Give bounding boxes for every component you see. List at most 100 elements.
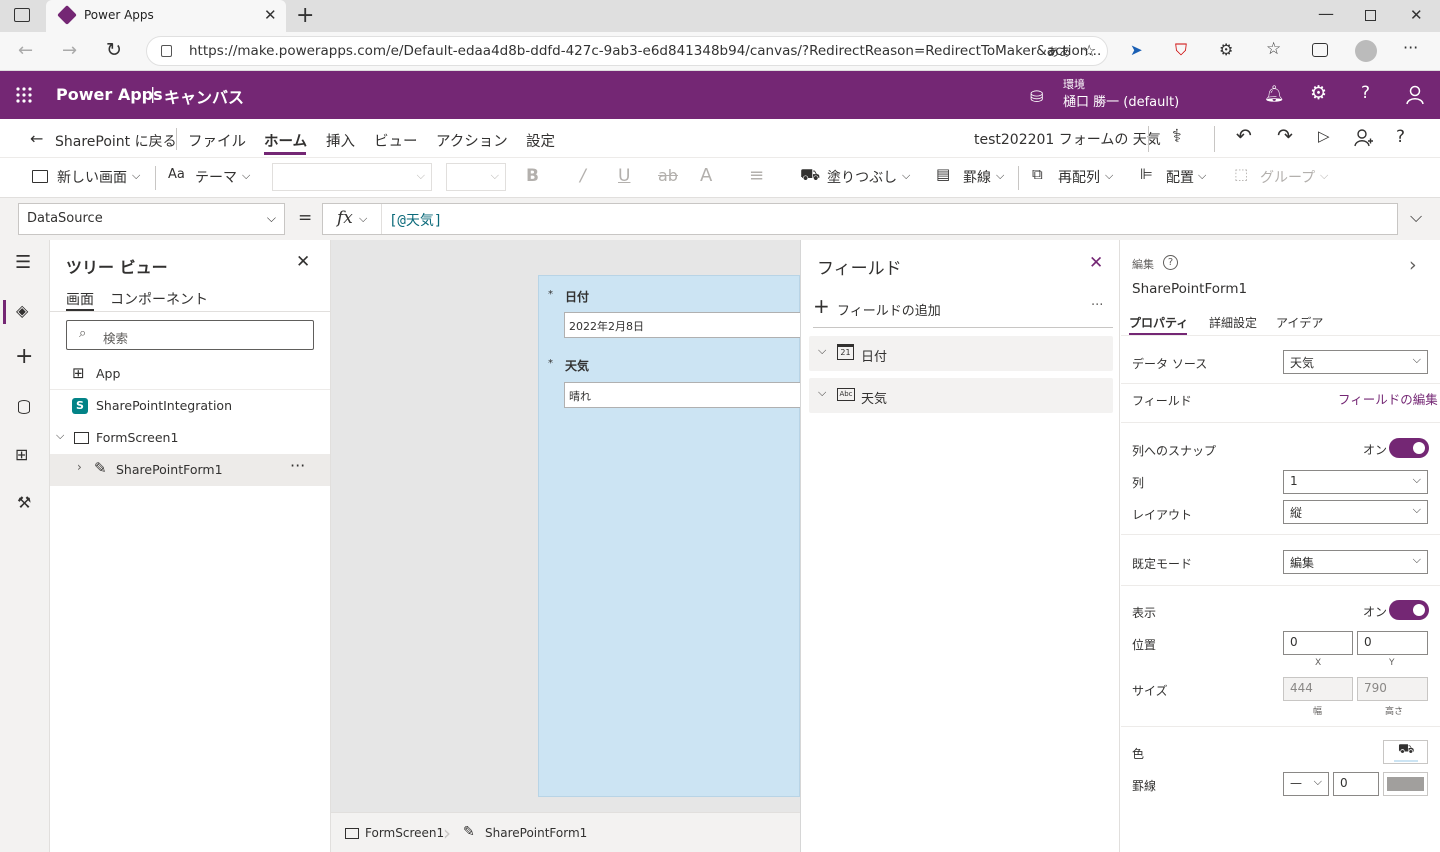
back-to-sharepoint[interactable]: SharePoint に戻る — [55, 131, 177, 151]
extension-arrow-icon[interactable]: ➤ — [1130, 41, 1143, 59]
tree-item-formscreen1[interactable]: ⌵ FormScreen1 — [50, 422, 330, 454]
menu-action[interactable]: アクション — [436, 130, 508, 151]
border-color-picker[interactable] — [1383, 772, 1428, 796]
tab-ideas[interactable]: アイデア — [1276, 314, 1323, 331]
border-width-input[interactable]: 0 — [1333, 772, 1379, 796]
url-field[interactable]: https://make.powerapps.com/e/Default-eda… — [146, 36, 1108, 66]
fill-button[interactable]: 塗りつぶし — [827, 167, 897, 187]
bold-icon[interactable]: B — [526, 166, 539, 186]
favorites-icon[interactable]: ☆ — [1266, 39, 1281, 59]
browser-tab[interactable]: Power Apps ✕ — [46, 0, 286, 32]
menu-view[interactable]: ビュー — [374, 130, 418, 151]
menu-settings[interactable]: 設定 — [526, 130, 555, 151]
position-y-input[interactable]: 0 — [1357, 631, 1428, 655]
back-arrow-icon[interactable]: ← — [30, 129, 43, 148]
fill-color-picker[interactable]: ⛟ — [1383, 740, 1428, 764]
font-color-icon[interactable]: A — [700, 165, 712, 186]
app-name[interactable]: Power Apps — [56, 85, 163, 104]
control-name[interactable]: SharePointForm1 — [1132, 281, 1247, 297]
fx-button[interactable]: fx — [337, 208, 353, 228]
menu-file[interactable]: ファイル — [188, 130, 246, 151]
environment-name[interactable]: 樋口 勝一 (default) — [1063, 91, 1179, 110]
close-panel-icon[interactable]: ✕ — [296, 252, 310, 272]
snap-toggle[interactable] — [1389, 438, 1429, 458]
tab-properties[interactable]: プロパティ — [1129, 314, 1188, 331]
close-window-icon[interactable]: ✕ — [1410, 6, 1423, 24]
theme-button[interactable]: テーマ — [195, 167, 237, 187]
refresh-icon[interactable]: ↻ — [106, 39, 122, 61]
underline-icon[interactable]: U — [618, 166, 630, 186]
insert-plus-icon[interactable]: + — [15, 346, 33, 368]
font-family-dropdown[interactable]: ⌵ — [272, 163, 432, 191]
shield-extension-icon[interactable]: ⛉ — [1175, 40, 1187, 60]
minimize-icon[interactable]: — — [1318, 4, 1334, 23]
menu-insert[interactable]: 挿入 — [326, 130, 355, 151]
visible-toggle[interactable] — [1389, 600, 1429, 620]
chevron-down-icon[interactable]: ⌵ — [56, 429, 64, 443]
add-field-button[interactable]: フィールドの追加 — [837, 300, 941, 319]
new-tab-icon[interactable]: + — [296, 3, 314, 28]
data-cylinder-icon[interactable] — [18, 400, 30, 414]
field-card-weather[interactable]: ⌵ Abc 天気 — [809, 378, 1113, 413]
app-title[interactable]: test202201 フォームの 天気 — [974, 129, 1161, 149]
collapse-panel-icon[interactable]: › — [1409, 254, 1417, 276]
help-circle-icon[interactable]: ? — [1163, 255, 1178, 270]
tree-item-app[interactable]: ⊞ App — [50, 358, 330, 390]
strikethrough-icon[interactable]: ab — [658, 166, 678, 185]
tree-view-layers-icon[interactable]: ◈ — [16, 301, 28, 320]
more-options-icon[interactable]: ··· — [1091, 298, 1103, 313]
profile-avatar[interactable] — [1355, 40, 1377, 62]
add-favorite-icon[interactable]: ☆ — [1082, 41, 1096, 60]
text-align-icon[interactable]: ≡ — [749, 165, 764, 186]
field-card-date[interactable]: ⌵ 21 日付 — [809, 336, 1113, 371]
expand-formula-icon[interactable]: ⌵ — [1410, 207, 1422, 227]
undo-icon[interactable]: ↶ — [1236, 125, 1252, 147]
app-checker-icon[interactable]: ⚕ — [1172, 126, 1182, 147]
media-icon[interactable]: ⊞ — [15, 445, 28, 464]
breadcrumb-screen[interactable]: FormScreen1 — [365, 826, 444, 840]
tab-screens[interactable]: 画面 — [66, 289, 94, 309]
share-user-icon[interactable] — [1354, 128, 1374, 148]
formula-input[interactable]: fx ⌵ [@天気] — [322, 203, 1398, 235]
more-options-icon[interactable]: ··· — [290, 456, 305, 475]
layout-dropdown[interactable]: 縦 ⌵ — [1283, 500, 1428, 524]
extensions-icon[interactable]: ⚙ — [1219, 40, 1233, 59]
menu-home[interactable]: ホーム — [264, 130, 307, 151]
app-launcher-icon[interactable] — [15, 86, 33, 104]
tab-components[interactable]: コンポーネント — [110, 289, 208, 309]
settings-gear-icon[interactable]: ⚙ — [1310, 82, 1327, 104]
forward-icon[interactable]: → — [62, 40, 77, 61]
chevron-down-icon[interactable]: ⌵ — [818, 344, 826, 358]
chevron-right-icon[interactable]: › — [77, 460, 82, 474]
group-button[interactable]: グループ — [1260, 167, 1315, 187]
height-input[interactable]: 790 — [1357, 677, 1428, 701]
sharepoint-form[interactable]: * 日付 2022年2月8日 * 天気 晴れ — [538, 275, 804, 797]
columns-dropdown[interactable]: 1 ⌵ — [1283, 470, 1428, 494]
new-screen-button[interactable]: 新しい画面 — [57, 167, 127, 187]
reorder-button[interactable]: 再配列 — [1058, 167, 1100, 187]
tree-search-box[interactable]: ⌕ 検索 — [66, 320, 314, 350]
position-x-input[interactable]: 0 — [1283, 631, 1353, 655]
chevron-down-icon[interactable]: ⌵ — [818, 386, 826, 400]
back-icon[interactable]: ← — [18, 40, 33, 61]
notifications-icon[interactable]: 🔔︎ — [1264, 84, 1284, 103]
weather-input[interactable]: 晴れ — [564, 382, 804, 408]
width-input[interactable]: 444 — [1283, 677, 1353, 701]
close-tab-icon[interactable]: ✕ — [264, 6, 277, 24]
close-fields-icon[interactable]: ✕ — [1089, 253, 1103, 273]
collections-icon[interactable] — [1312, 43, 1328, 57]
border-button[interactable]: 罫線 — [963, 167, 991, 187]
tree-item-sharepointintegration[interactable]: S SharePointIntegration — [50, 390, 330, 422]
align-button[interactable]: 配置 — [1166, 167, 1194, 187]
edit-fields-link[interactable]: フィールドの編集 — [1338, 389, 1438, 408]
data-source-dropdown[interactable]: 天気 ⌵ — [1283, 350, 1428, 374]
restore-icon[interactable] — [1365, 10, 1376, 21]
redo-icon[interactable]: ↷ — [1277, 125, 1293, 147]
border-style-dropdown[interactable]: — ⌵ — [1283, 772, 1329, 796]
hamburger-menu-icon[interactable]: ☰ — [15, 252, 31, 273]
help-question-icon[interactable]: ? — [1396, 127, 1405, 147]
italic-icon[interactable]: / — [580, 166, 586, 186]
font-size-dropdown[interactable]: ⌵ — [446, 163, 506, 191]
read-aloud-icon[interactable]: ああ — [1047, 43, 1071, 60]
advanced-tools-icon[interactable]: ⚒ — [17, 493, 31, 512]
